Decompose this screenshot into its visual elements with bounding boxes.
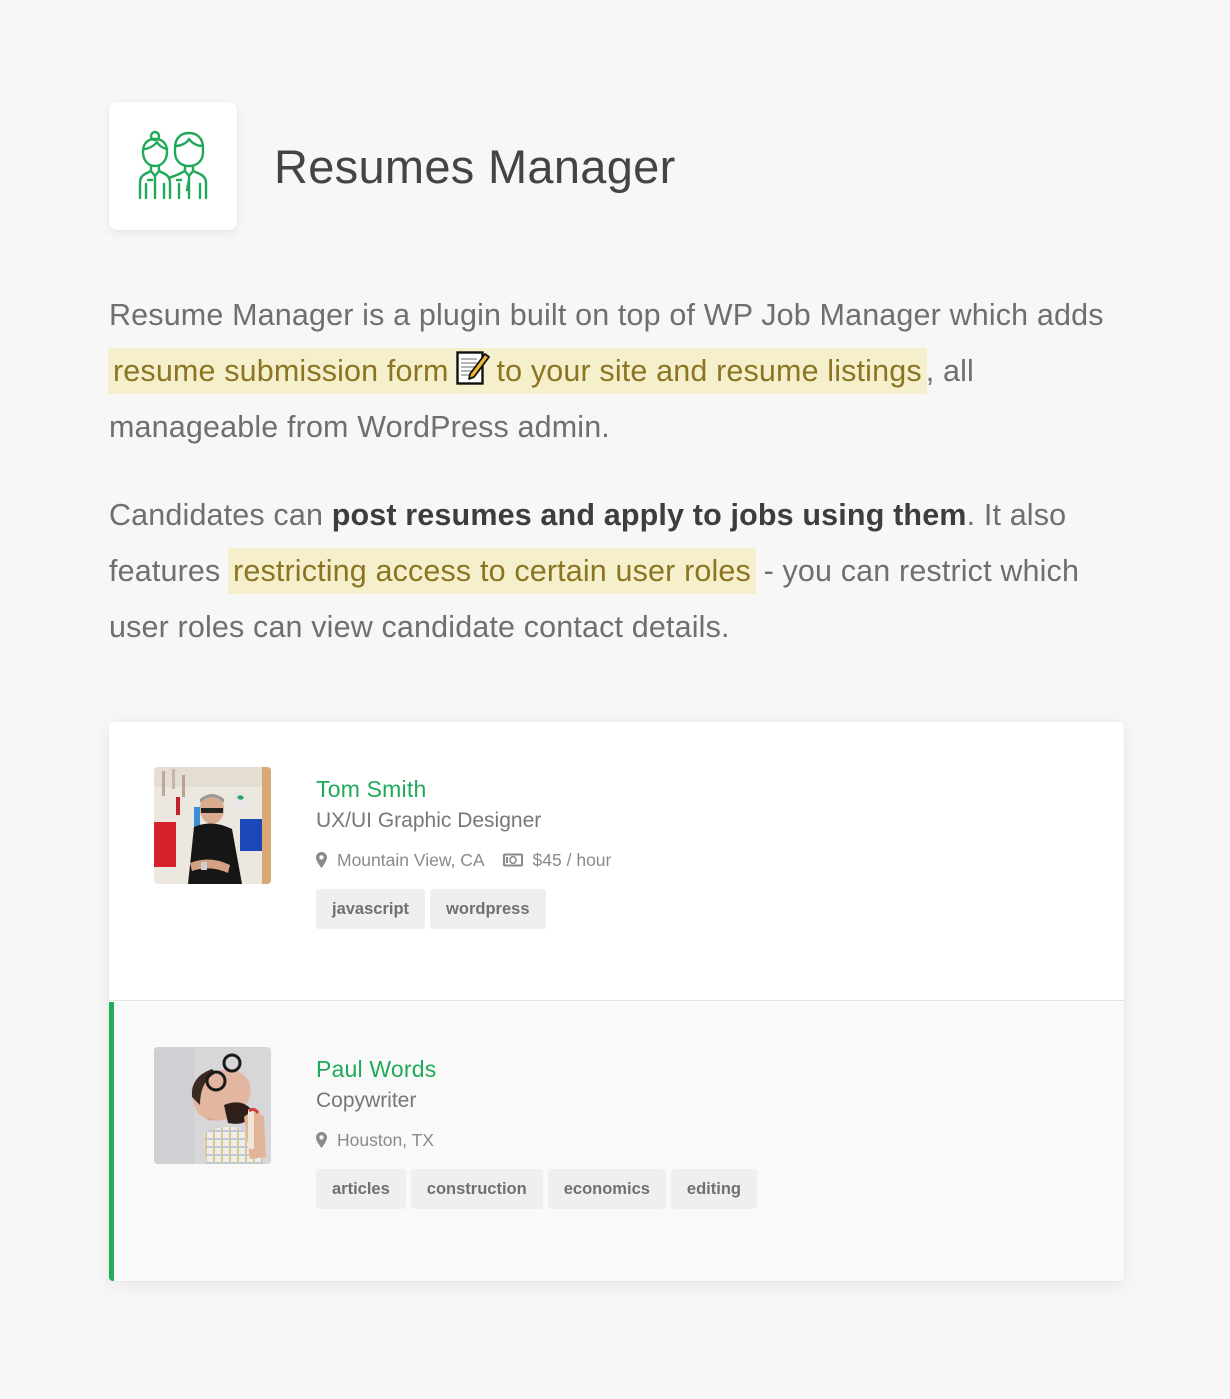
highlight-submission-form: resume submission form to your site and …: [108, 348, 927, 394]
location: Houston, TX: [316, 1130, 434, 1151]
map-marker-icon: [316, 1132, 327, 1148]
location-text: Mountain View, CA: [337, 849, 485, 870]
candidate-title: Copywriter: [316, 1089, 417, 1112]
candidate-name[interactable]: Tom Smith: [316, 774, 629, 804]
description-paragraph-2: Candidates can post resumes and apply to…: [109, 487, 1139, 655]
money-icon: [502, 853, 523, 867]
avatar: [154, 767, 271, 884]
candidate-name[interactable]: Paul Words: [316, 1054, 762, 1084]
skill-tag[interactable]: construction: [410, 1169, 543, 1209]
skill-tag[interactable]: wordpress: [430, 889, 546, 929]
description-text: Candidates can: [109, 498, 332, 532]
skill-tag[interactable]: articles: [316, 1169, 406, 1209]
rate: $45 / hour: [502, 849, 612, 871]
skill-tag[interactable]: economics: [547, 1169, 666, 1209]
page-header: Resumes Manager: [109, 102, 676, 230]
resume-list-item[interactable]: Tom Smith UX/UI Graphic Designer Mountai…: [109, 722, 1124, 1001]
candidate-meta: Houston, TX: [316, 1128, 762, 1152]
avatar: [154, 1047, 271, 1164]
candidate-title: UX/UI Graphic Designer: [316, 809, 542, 832]
map-marker-icon: [316, 852, 327, 868]
skill-tag[interactable]: javascript: [316, 889, 426, 929]
description-text: Resume Manager is a plugin built on top …: [109, 298, 1104, 332]
resume-list-item[interactable]: Paul Words Copywriter Houston, TX articl…: [109, 1002, 1124, 1281]
candidate-meta: Mountain View, CA $45 / hour: [316, 848, 629, 872]
logo-box: [109, 102, 237, 230]
skill-tag[interactable]: editing: [670, 1169, 757, 1209]
resume-info: Tom Smith UX/UI Graphic Designer Mountai…: [316, 774, 629, 929]
skill-tags: javascript wordpress: [316, 889, 629, 929]
resume-info: Paul Words Copywriter Houston, TX articl…: [316, 1054, 762, 1209]
avatar-photo-paul-words: [154, 1047, 271, 1164]
highlight-restricting-access: restricting access to certain user roles: [228, 548, 756, 594]
page-title: Resumes Manager: [274, 139, 676, 193]
bold-text: post resumes and apply to jobs using the…: [331, 498, 967, 532]
highlight-text: resume submission form: [113, 354, 449, 388]
resume-list: Tom Smith UX/UI Graphic Designer Mountai…: [109, 722, 1124, 1281]
description-paragraph-1: Resume Manager is a plugin built on top …: [108, 287, 1139, 455]
rate-text: $45 / hour: [532, 849, 612, 870]
memo-icon: [455, 351, 490, 385]
location: Mountain View, CA: [316, 850, 485, 871]
avatar-photo-tom-smith: [154, 767, 271, 884]
skill-tags: articles construction economics editing: [316, 1169, 762, 1209]
people-icon: [138, 130, 208, 200]
highlight-text: to your site and resume listings: [496, 354, 922, 388]
location-text: Houston, TX: [337, 1129, 434, 1150]
